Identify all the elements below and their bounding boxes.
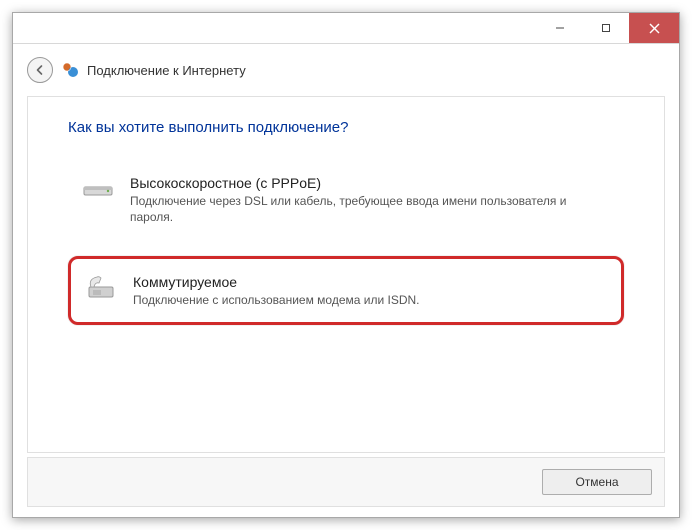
content-area: Как вы хотите выполнить подключение? Выс… [27, 96, 665, 453]
phone-modem-icon [85, 273, 119, 303]
cancel-button[interactable]: Отмена [542, 469, 652, 495]
footer: Отмена [27, 457, 665, 507]
back-button[interactable] [27, 57, 53, 83]
wizard-header: Подключение к Интернету [13, 44, 679, 96]
option-description: Подключение через DSL или кабель, требую… [130, 193, 606, 225]
maximize-button[interactable] [583, 13, 629, 43]
option-title: Коммутируемое [133, 273, 603, 291]
minimize-button[interactable] [537, 13, 583, 43]
option-title: Высокоскоростное (с PPPoE) [130, 174, 606, 192]
window-shadow: Подключение к Интернету Как вы хотите вы… [12, 12, 680, 518]
dialog-window: Подключение к Интернету Как вы хотите вы… [12, 12, 680, 518]
close-button[interactable] [629, 13, 679, 43]
option-broadband-pppoe[interactable]: Высокоскоростное (с PPPoE) Подключение ч… [68, 162, 624, 238]
wizard-title: Подключение к Интернету [87, 63, 246, 78]
titlebar [13, 13, 679, 44]
wizard-icon [61, 61, 79, 79]
modem-icon [82, 174, 116, 204]
cancel-button-label: Отмена [575, 475, 618, 489]
page-heading: Как вы хотите выполнить подключение? [68, 119, 624, 136]
option-dialup[interactable]: Коммутируемое Подключение с использовани… [68, 256, 624, 325]
option-description: Подключение с использованием модема или … [133, 292, 603, 308]
